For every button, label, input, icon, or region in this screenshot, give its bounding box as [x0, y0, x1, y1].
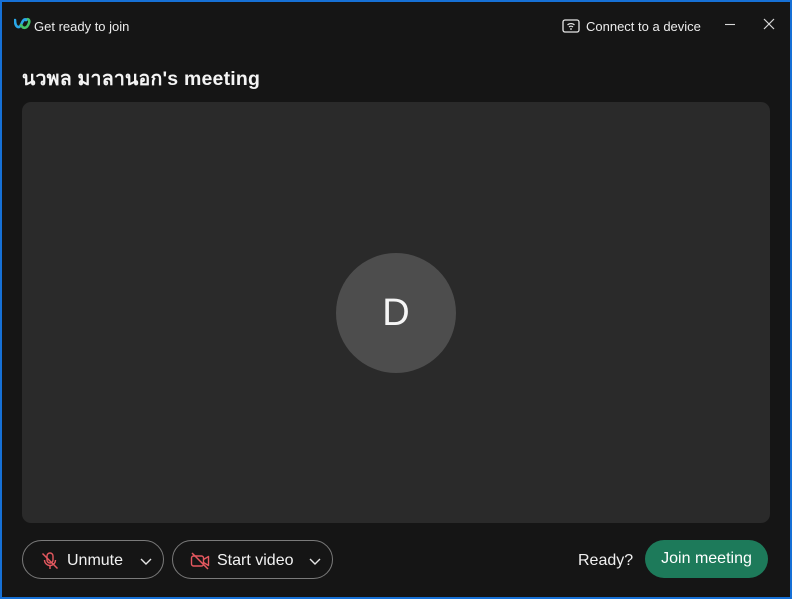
join-meeting-button[interactable]: Join meeting [645, 540, 768, 578]
microphone-muted-icon [40, 551, 60, 571]
webex-logo-icon [13, 17, 31, 31]
join-meeting-label: Join meeting [661, 550, 752, 567]
cast-wifi-icon [562, 18, 580, 34]
chevron-down-icon[interactable] [139, 554, 153, 568]
video-off-icon [190, 551, 210, 571]
avatar-initial: D [382, 291, 410, 334]
video-preview: D [22, 102, 770, 523]
start-video-label: Start video [217, 552, 294, 569]
unmute-button[interactable]: Unmute [22, 540, 164, 579]
ready-text: Ready? [578, 552, 634, 569]
minimize-icon [724, 17, 736, 35]
meeting-title: นวพล มาลานอก's meeting [22, 68, 261, 90]
close-button[interactable] [755, 12, 783, 40]
window-title: Get ready to join [34, 19, 130, 34]
close-icon [763, 17, 775, 35]
connect-device-label: Connect to a device [586, 18, 701, 34]
app-window: Get ready to join Connect to a device นว… [0, 0, 792, 599]
chevron-down-icon[interactable] [308, 554, 322, 568]
minimize-button[interactable] [716, 12, 744, 40]
unmute-label: Unmute [67, 552, 124, 569]
connect-device-button[interactable]: Connect to a device [562, 15, 701, 37]
avatar: D [336, 253, 456, 373]
start-video-button[interactable]: Start video [172, 540, 333, 579]
title-bar: Get ready to join Connect to a device [2, 2, 790, 48]
